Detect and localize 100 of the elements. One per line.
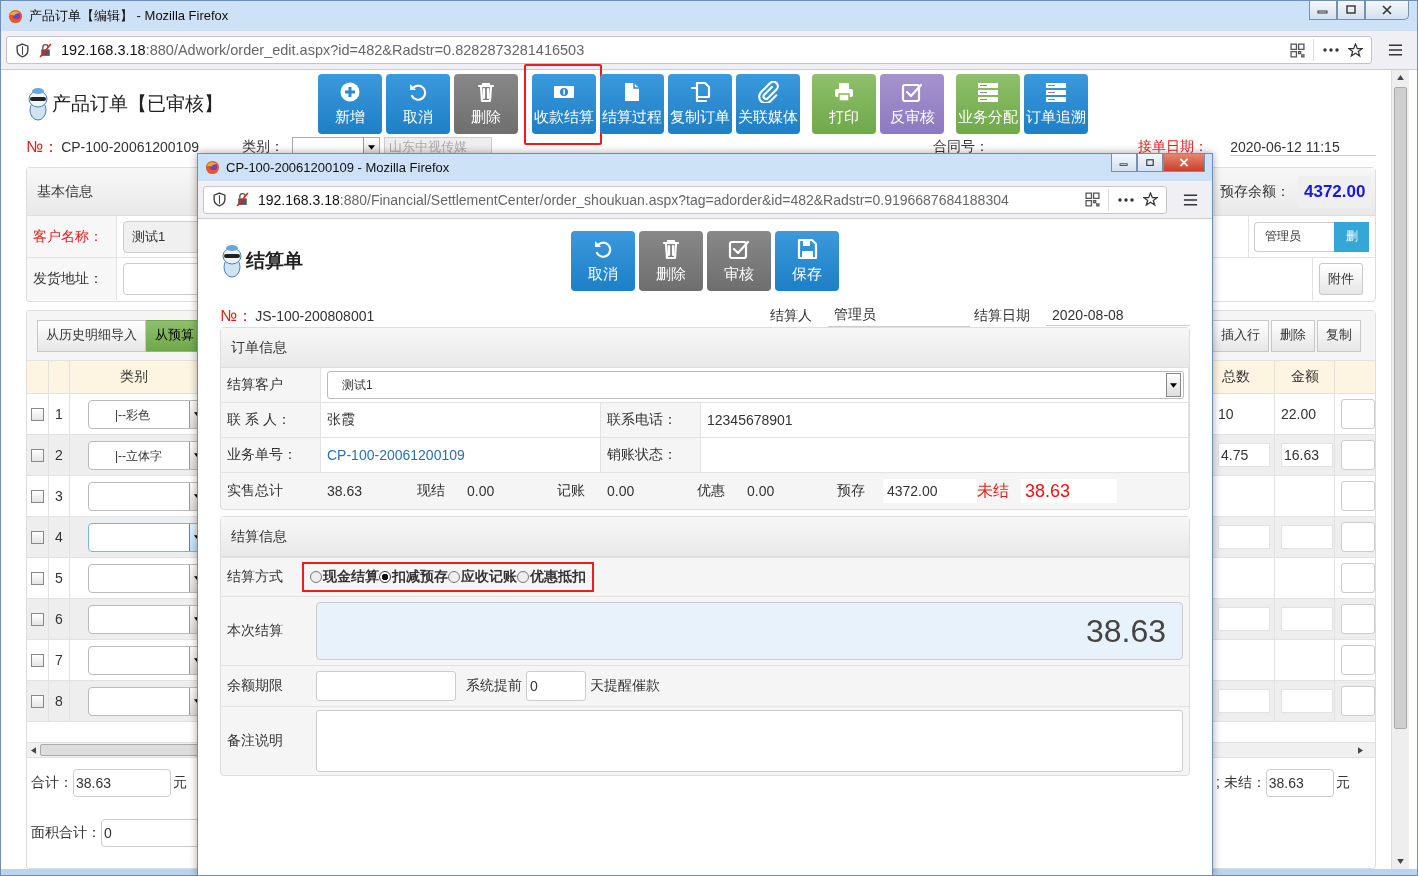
scroll-down-icon[interactable] [1397,859,1404,864]
row-checkbox[interactable] [31,571,44,585]
toolbar-button[interactable]: 取消 [386,74,450,134]
settler-field[interactable]: 管理员 [828,305,970,327]
star-icon[interactable] [1348,42,1363,58]
menu-icon[interactable] [1183,192,1198,207]
amount-field[interactable]: 16.63 [1280,443,1333,467]
field-label: 备注说明 [226,732,284,750]
category-select[interactable]: |--彩色 [88,399,198,429]
qr-code-icon[interactable] [1085,192,1100,207]
close-button[interactable] [1163,154,1205,172]
category-select[interactable] [88,686,198,716]
total-field[interactable] [1218,689,1270,713]
row-action-button[interactable]: 插入行 [1212,319,1269,352]
payment-method-radio[interactable]: 现金结算 [310,568,379,586]
paperclip-icon [757,81,779,103]
menu-icon[interactable] [1388,43,1403,57]
panel-heading: 订单信息 [231,338,287,357]
toolbar-button[interactable]: 保存 [775,231,839,291]
customer-select[interactable]: 测试1 [327,371,1184,399]
settlement-amount-field[interactable]: 38.63 [316,602,1183,660]
category-select[interactable] [88,563,198,593]
category-select[interactable] [88,645,198,675]
row-checkbox[interactable] [31,653,44,667]
maximize-button[interactable] [1137,154,1163,172]
category-select[interactable] [88,522,198,552]
note-field[interactable] [316,710,1183,772]
payment-method-radio[interactable]: 应收记账 [448,568,517,586]
row-checkbox[interactable] [31,407,44,421]
import-button[interactable]: 从预算 [146,319,198,352]
horizontal-scrollbar[interactable] [1211,742,1375,758]
summary-field[interactable]: 4372.00 [882,479,977,503]
total-field[interactable] [1218,607,1270,631]
amount-field[interactable] [1280,689,1333,713]
row-checkbox[interactable] [31,530,44,544]
prepaid-label: 预存余额： [1220,182,1290,201]
star-icon[interactable] [1143,192,1158,207]
scroll-up-icon[interactable] [1397,75,1404,80]
total-field[interactable] [1218,525,1270,549]
import-button[interactable]: 从历史明细导入 [37,319,146,352]
toolbar-button[interactable]: 复制订单 [668,74,732,134]
amount-field[interactable] [1280,607,1333,631]
toolbar-button[interactable]: 收款结算 [532,74,596,134]
toolbar-button[interactable]: 删除 [454,74,518,134]
minimize-button[interactable] [1309,1,1337,20]
toolbar-button[interactable]: 关联媒体 [736,74,800,134]
toolbar-button[interactable]: 结算过程 [600,74,664,134]
minimize-button[interactable] [1111,154,1137,172]
table-input[interactable] [1341,686,1375,716]
customer-field[interactable]: 测试1 [123,220,198,253]
unsettled-label: ; 未结： [1216,774,1266,792]
category-select[interactable]: |--立体字 [88,440,198,470]
sum-field[interactable]: 38.63 [73,769,171,797]
toolbar-button[interactable]: 新增 [318,74,382,134]
table-input[interactable] [1341,440,1375,470]
currency-unit: 元 [1335,774,1350,792]
row-checkbox[interactable] [31,448,44,462]
table-input[interactable] [1341,645,1375,675]
category-select[interactable] [88,604,198,634]
more-icon[interactable] [1117,196,1135,203]
settlement-date-field[interactable]: 2020-08-08 [1046,306,1190,326]
row-checkbox[interactable] [31,489,44,503]
vertical-scrollbar[interactable] [1391,70,1409,869]
row-action-button[interactable]: 删除 [1271,319,1315,352]
total-field[interactable]: 4.75 [1218,443,1270,467]
summary-label: 现结 [417,482,446,500]
payment-method-radio[interactable]: 扣减预存 [379,568,448,586]
order-number: CP-100-20061200109 [61,139,200,155]
close-button[interactable] [1365,1,1409,20]
remind-days-field[interactable]: 0 [526,671,586,701]
maximize-button[interactable] [1337,1,1365,20]
table-input[interactable] [1341,604,1375,634]
payment-method-radio[interactable]: 优惠抵扣 [517,568,586,586]
table-input[interactable] [1341,563,1375,593]
amount-field[interactable] [1280,525,1333,549]
address-bar[interactable]: 192.168.3.18:880/Adwork/order_edit.aspx?id=482&Radstr=0.8282873281416503 [6,36,1372,64]
qr-code-icon[interactable] [1290,42,1305,58]
toolbar-button[interactable]: 删除 [639,231,703,291]
checkbox-icon [728,238,750,260]
row-checkbox[interactable] [31,612,44,626]
scroll-left-icon[interactable] [31,746,36,754]
category-select[interactable] [88,481,198,511]
scroll-right-icon[interactable] [1358,746,1363,754]
toolbar-button[interactable]: 取消 [571,231,635,291]
sum-label: 合计： [31,774,73,792]
deadline-field[interactable] [316,671,456,701]
address-bar[interactable]: 192.168.3.18:880/Financial/SettlementCenter/order_shoukuan.aspx?tag=adorder&id=482&Radstr=0.9196687684188304 [203,185,1167,214]
table-input[interactable] [1341,481,1375,511]
unsettled-field[interactable]: 38.63 [1021,479,1117,503]
table-input[interactable] [1341,522,1375,552]
unsettled-field[interactable]: 38.63 [1265,769,1334,797]
toolbar-button[interactable]: 订单追溯 [1024,74,1088,134]
close-icon [1381,5,1393,15]
attachment-button[interactable]: 附件 [1319,263,1363,295]
row-number: 1 [55,406,63,422]
row-action-button[interactable]: 复制 [1317,319,1361,352]
toolbar-button[interactable]: 审核 [707,231,771,291]
more-icon[interactable] [1322,47,1340,53]
table-input[interactable] [1341,399,1375,429]
row-checkbox[interactable] [31,694,44,708]
